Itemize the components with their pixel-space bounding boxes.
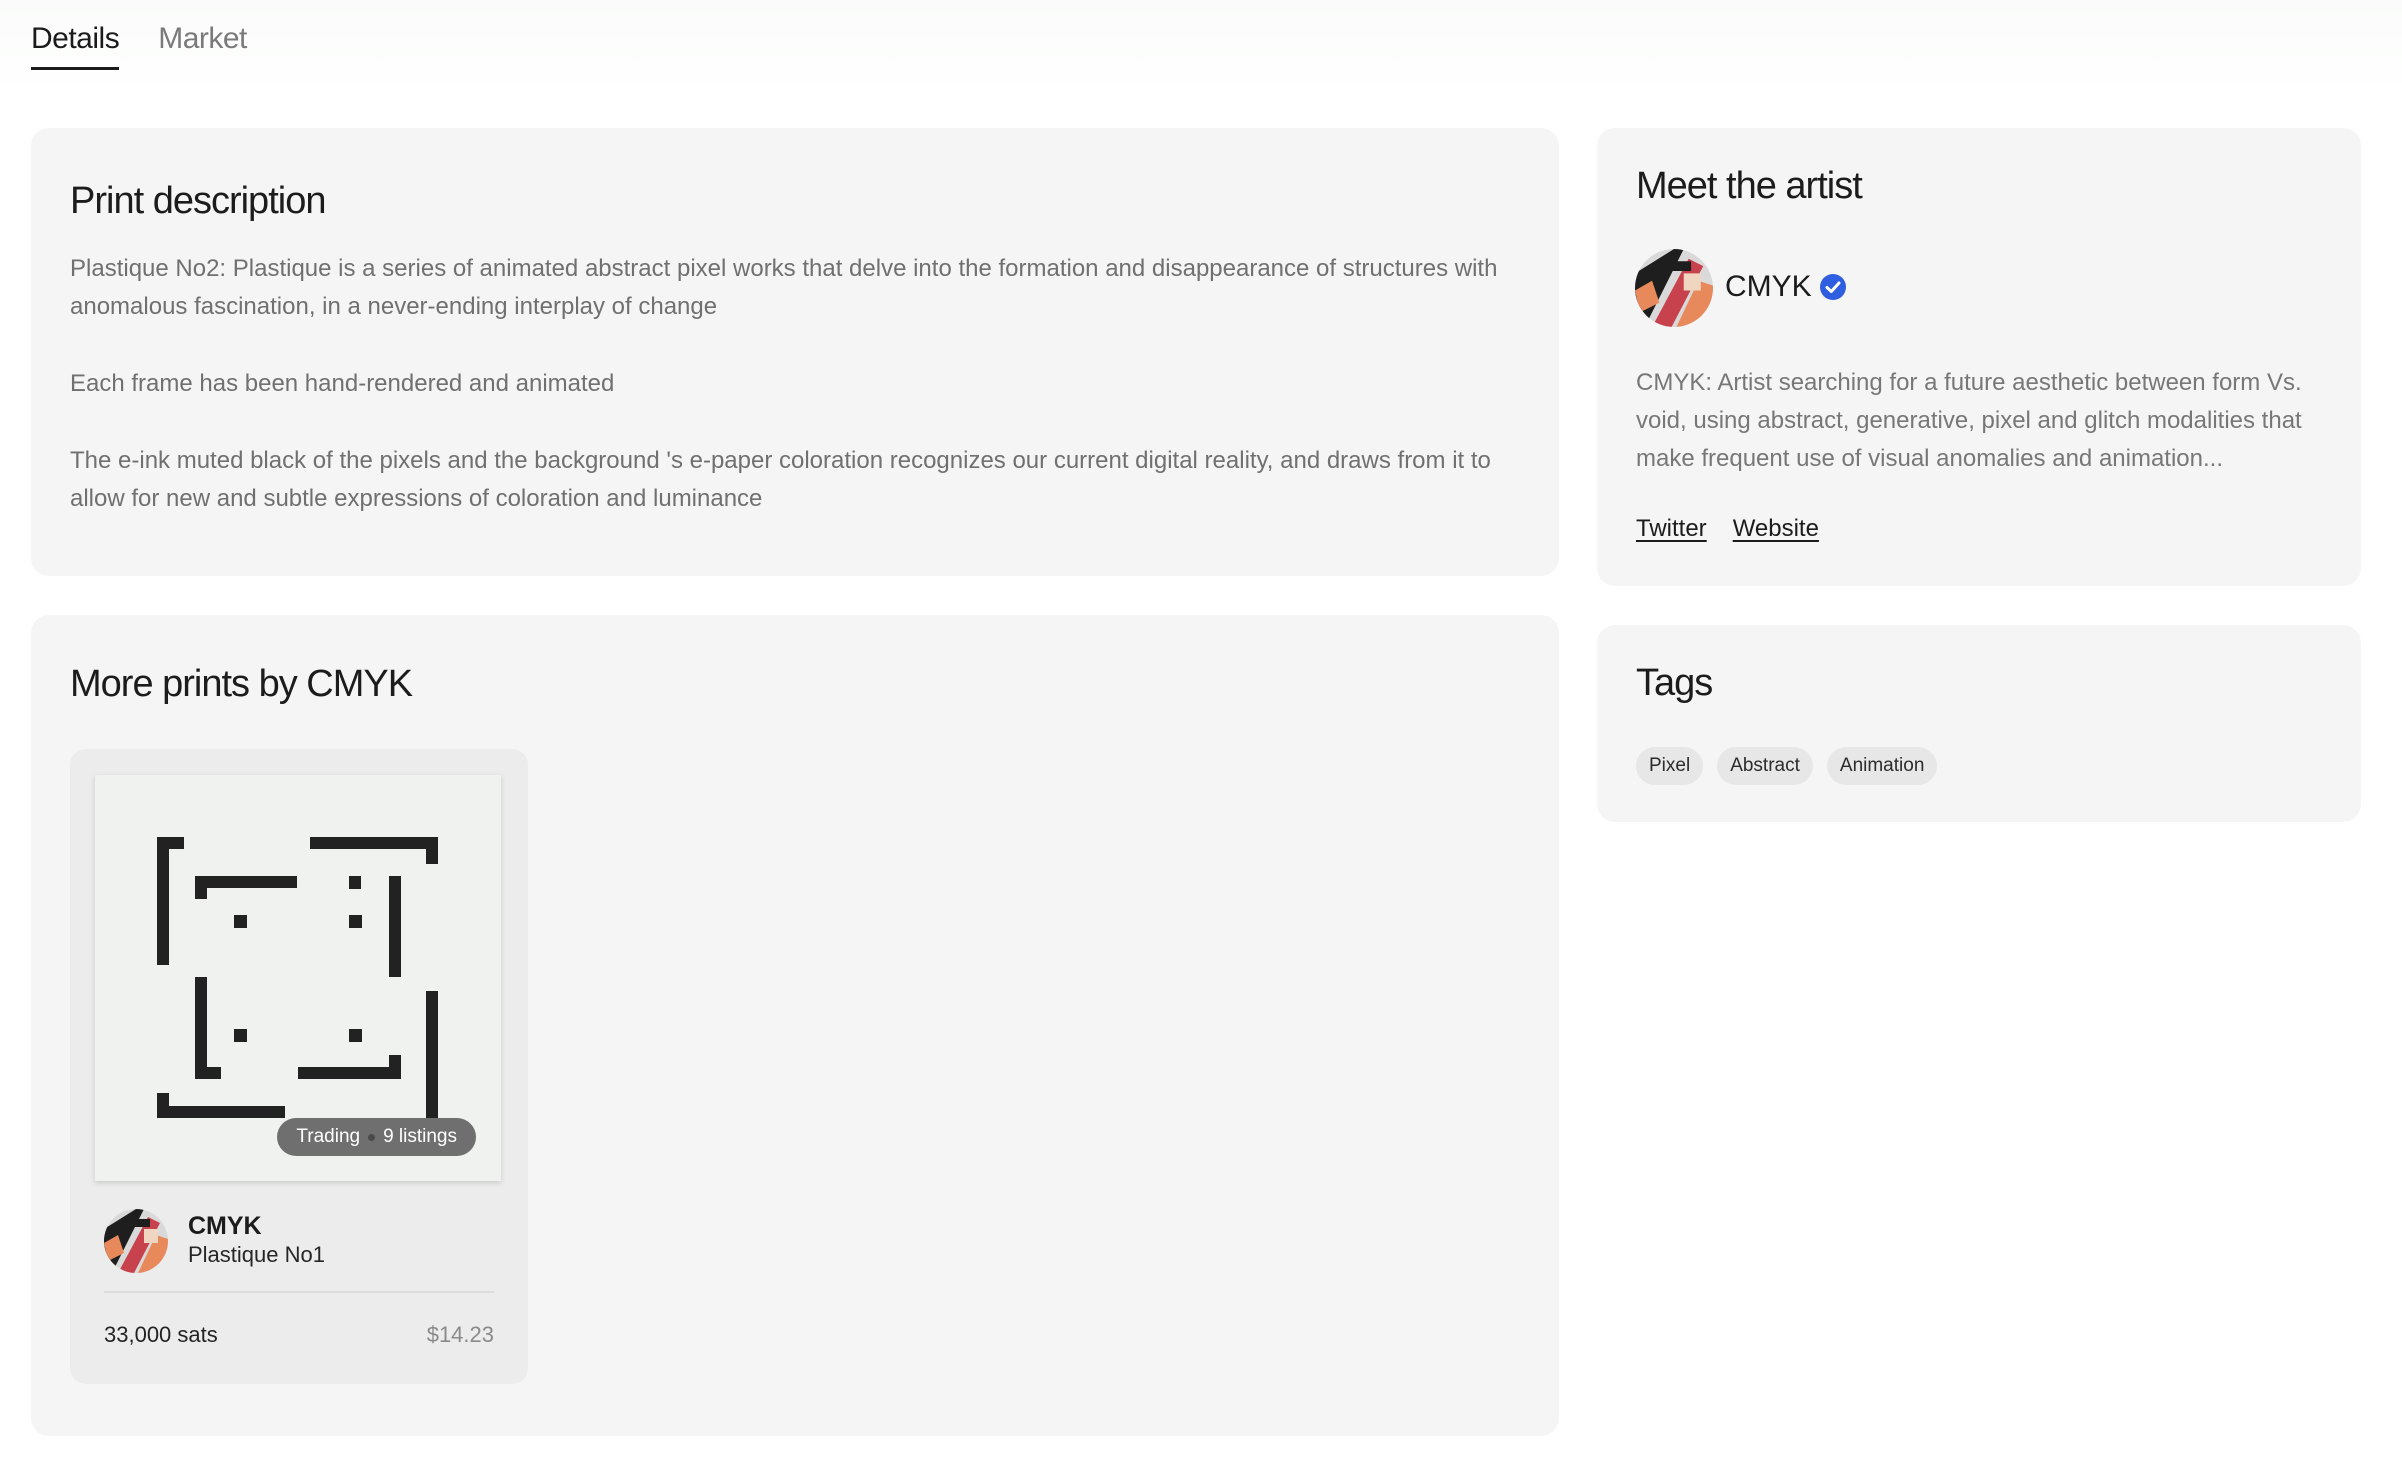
tag-abstract[interactable]: Abstract — [1717, 747, 1813, 785]
print-description-card: Print description Plastique No2: Plastiq… — [31, 128, 1559, 576]
artist-bio: CMYK: Artist searching for a future aest… — [1636, 369, 2302, 472]
tab-details[interactable]: Details — [31, 22, 120, 70]
description-paragraph: Each frame has been hand-rendered and an… — [70, 370, 615, 397]
separator-dot-icon — [368, 1133, 376, 1141]
top-tab-bar: Details Market — [0, 0, 2402, 95]
print-card[interactable]: Trading 9 listings CMYK Plastique No1 33… — [70, 749, 528, 1384]
tab-list: Details Market — [31, 22, 247, 70]
listings-count: 9 listings — [383, 1126, 457, 1147]
website-link[interactable]: Website — [1733, 515, 1819, 543]
print-card-price: 33,000 sats — [104, 1322, 218, 1347]
artist-links: Twitter Website — [1636, 515, 1819, 543]
artist-name[interactable]: CMYK — [1725, 270, 1812, 304]
tag-pixel[interactable]: Pixel — [1636, 747, 1704, 785]
verified-badge-icon — [1820, 274, 1846, 300]
tags-heading: Tags — [1636, 662, 1713, 704]
tags-card: Tags Pixel Abstract Animation — [1597, 625, 2361, 822]
tag-list: Pixel Abstract Animation — [1636, 747, 1938, 785]
print-card-title: Plastique No1 — [188, 1242, 325, 1267]
meet-the-artist-card: Meet the artist CMYK CMYK: Artist search… — [1597, 128, 2361, 586]
trading-status-badge: Trading 9 listings — [277, 1118, 476, 1156]
twitter-link[interactable]: Twitter — [1636, 515, 1707, 543]
divider — [104, 1291, 494, 1293]
artist-avatar-icon — [104, 1209, 168, 1273]
more-prints-heading: More prints by CMYK — [70, 663, 413, 705]
print-description-heading: Print description — [70, 180, 326, 222]
tag-animation[interactable]: Animation — [1826, 747, 1938, 785]
artist-avatar-icon[interactable] — [1635, 249, 1713, 327]
tab-market[interactable]: Market — [158, 22, 247, 70]
print-card-artist: CMYK — [188, 1212, 262, 1240]
description-paragraph: Plastique No2: Plastique is a series of … — [70, 255, 1498, 320]
meet-the-artist-heading: Meet the artist — [1636, 165, 1863, 207]
print-artwork-image: Trading 9 listings — [95, 775, 501, 1181]
print-card-usd: $14.23 — [426, 1322, 494, 1347]
more-prints-card: More prints by CMYK Trading 9 listings C… — [31, 615, 1559, 1436]
description-paragraph: The e-ink muted black of the pixels and … — [70, 447, 1491, 512]
trading-status-label: Trading — [296, 1126, 361, 1147]
